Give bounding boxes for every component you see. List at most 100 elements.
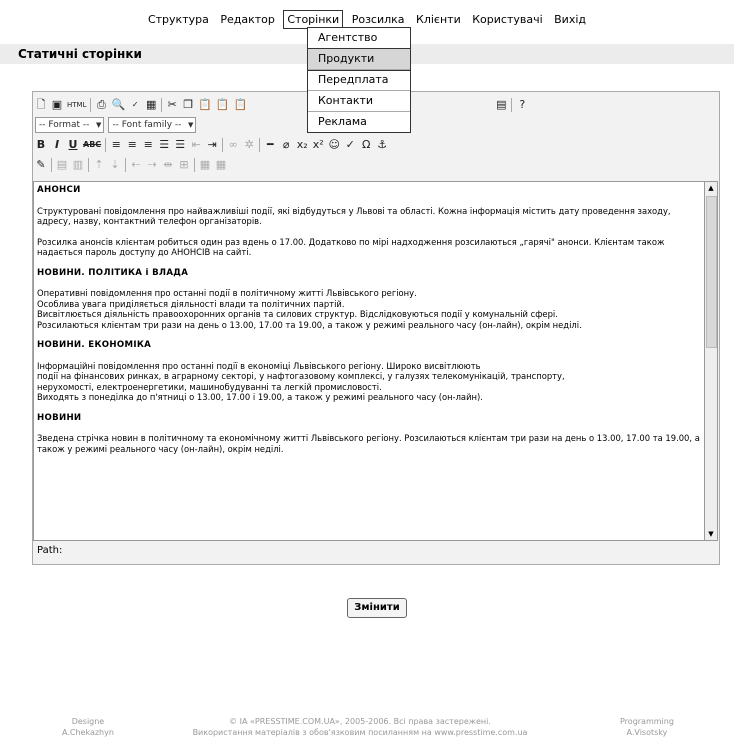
content-line: Особлива увага приділяється діяльності в… [37,298,345,309]
footer-text: Designe [71,717,105,726]
menu-item-advertising[interactable]: Реклама [308,112,410,132]
content-paragraph: Розсилка анонсів клієнтам робиться один … [37,236,665,258]
italic-icon[interactable]: I [51,138,63,152]
strikethrough-icon[interactable]: ABC [83,138,101,152]
toolbar-row-2: -- Format -- -- Font family -- [35,116,197,134]
content-paragraph: Оперативні повідомлення про останні поді… [37,288,701,330]
footer-text: © ІА «PRESSTIME.COM.UA», 2005-2006. Всі … [229,717,491,726]
delete-col-icon[interactable]: ⇹ [162,158,174,172]
content-heading-news: НОВИНИ [37,412,82,423]
cut-icon[interactable]: ✂ [166,98,178,112]
format-select[interactable]: -- Format -- [35,117,105,133]
editor-content-area[interactable]: АНОНСИ Структуровані повідомлення про на… [33,181,705,541]
nav-item-users[interactable]: Користувачі [469,11,545,28]
table-row-props-icon[interactable]: ▤ [56,158,68,172]
toolbar-row-4: ✎ ▤ ▥ ⇡ ⇣ ⇠ ⇢ ⇹ ⊞ ▦ ▦ [35,156,227,174]
scroll-up-icon[interactable]: ▲ [705,182,717,194]
nav-item-clients[interactable]: Клієнти [413,11,464,28]
toolbar-separator [90,98,92,112]
emoticon-icon[interactable]: ☺ [328,138,340,152]
anchor-icon[interactable]: ⚓ [376,138,388,152]
superscript-icon[interactable]: x² [312,138,324,152]
nav-item-editor[interactable]: Редактор [217,11,278,28]
spellcheck-2-icon[interactable]: ✓ [344,138,356,152]
table-icon[interactable]: ▦ [145,98,157,112]
subscript-icon[interactable]: x₂ [296,138,308,152]
pages-dropdown-menu: Агентство Продукти Передплата Контакти Р… [307,27,411,133]
link-icon[interactable]: ∞ [227,138,239,152]
toolbar-separator [259,138,261,152]
html-icon[interactable]: HTML [67,98,86,112]
content-paragraph: Інформаційні повідомлення про останні по… [37,361,701,403]
merge-cells-icon[interactable]: ⊞ [178,158,190,172]
content-line: нерухомості, електроенергетики, машинобу… [37,381,382,392]
toolbar-separator [105,138,107,152]
footer-text: A.Visotsky [626,728,668,737]
menu-item-subscription[interactable]: Передплата [308,70,410,91]
footer-text: Programming [620,717,674,726]
footer-programming-credit: Programming A.Visotsky [620,716,674,738]
editor-path-label: Path: [37,545,63,556]
content-heading-announcements: АНОНСИ [37,185,81,195]
insert-row-before-icon[interactable]: ⇡ [93,158,105,172]
nav-item-mailing[interactable]: Розсилка [349,11,408,28]
table-cell-props-icon[interactable]: ▥ [72,158,84,172]
help-icon[interactable]: ? [516,98,528,112]
menu-item-agency[interactable]: Агентство [308,28,410,49]
font-family-select[interactable]: -- Font family -- [108,117,197,133]
nav-item-logout[interactable]: Вихід [551,11,589,28]
align-left-icon[interactable]: ≡ [110,138,122,152]
insert-col-after-icon[interactable]: ⇢ [146,158,158,172]
scroll-down-icon[interactable]: ▼ [705,528,717,540]
bold-icon[interactable]: B [35,138,47,152]
insert-row-after-icon[interactable]: ⇣ [109,158,121,172]
scroll-thumb[interactable] [706,196,717,348]
align-center-icon[interactable]: ≡ [126,138,138,152]
table-grid-icon[interactable]: ▦ [215,158,227,172]
special-char-icon[interactable]: Ω [360,138,372,152]
content-line: Висвітлюється діяльність правоохоронних … [37,309,558,319]
rich-text-editor: 🗋 ▣ HTML ⎙ 🔍 ✓ ▦ ✂ ❐ 📋 📋 📋 ▤ ? -- Format… [32,91,720,565]
indent-icon[interactable]: ⇥ [206,138,218,152]
horizontal-rule-icon[interactable]: ━ [264,138,276,152]
insert-col-before-icon[interactable]: ⇠ [130,158,142,172]
paste-word-icon[interactable]: 📋 [234,98,248,112]
footer-text: Використання матеріалів з обов'язковим п… [192,728,528,737]
toolbar-separator [125,158,126,172]
content-line: Розсилаються клієнтам три рази на день о… [37,319,582,330]
spellcheck-icon[interactable]: ✓ [129,98,141,112]
content-paragraph: Зведена стрічка новин в політичному та е… [37,433,700,454]
remove-format-icon[interactable]: ⌀ [280,138,292,152]
align-right-icon[interactable]: ≡ [142,138,154,152]
edit-icon[interactable]: ✎ [35,158,47,172]
print-icon[interactable]: ⎙ [95,98,107,112]
fullscreen-icon[interactable]: ▤ [495,98,507,112]
split-cells-icon[interactable]: ▦ [199,158,211,172]
toolbar-separator [51,158,52,172]
content-line: Виходять з понеділка до п'ятниці о 13.00… [37,392,483,402]
underline-icon[interactable]: U [67,138,79,152]
paste-text-icon[interactable]: 📋 [216,98,230,112]
editor-scrollbar[interactable]: ▲ ▼ [705,181,718,541]
content-heading-politics: НОВИНИ. ПОЛІТИКА і ВЛАДА [37,267,189,278]
footer-copyright: © ІА «PRESSTIME.COM.UA», 2005-2006. Всі … [180,716,540,738]
nav-item-structure[interactable]: Структура [145,11,212,28]
toolbar-separator [88,158,89,172]
content-line: Оперативні повідомлення про останні поді… [37,288,417,298]
menu-item-contacts[interactable]: Контакти [308,91,410,112]
footer-text: A.Chekazhyn [62,728,114,737]
bullet-list-icon[interactable]: ☰ [158,138,170,152]
new-document-icon[interactable]: 🗋 [35,98,47,112]
save-icon[interactable]: ▣ [51,98,63,112]
paste-icon[interactable]: 📋 [198,98,212,112]
menu-item-products[interactable]: Продукти [307,48,411,71]
numbered-list-icon[interactable]: ☰ [174,138,186,152]
unlink-icon[interactable]: ✲ [243,138,255,152]
save-button[interactable]: Змінити [347,598,407,618]
toolbar-separator [161,98,163,112]
preview-icon[interactable]: 🔍 [111,98,125,112]
content-line: Інформаційні повідомлення про останні по… [37,360,481,371]
copy-icon[interactable]: ❐ [182,98,194,112]
toolbar-separator [222,138,224,152]
outdent-icon[interactable]: ⇤ [190,138,202,152]
